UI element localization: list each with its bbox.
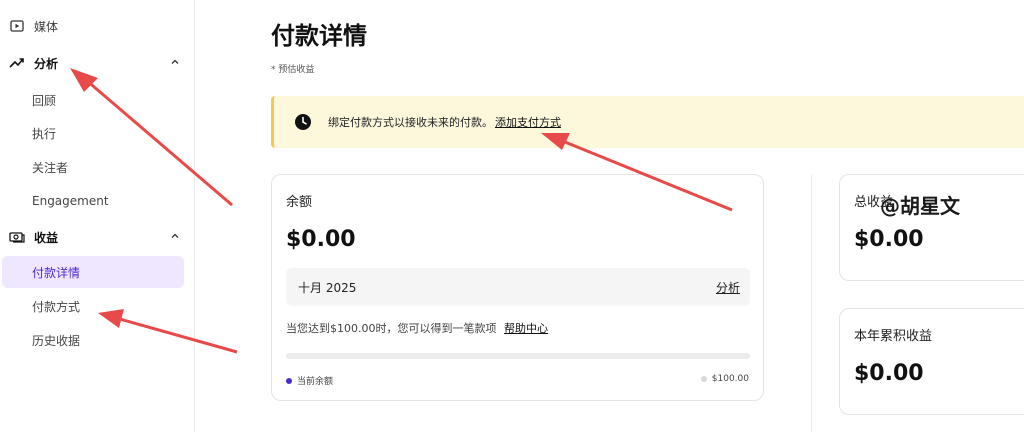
watermark-text: @胡星文: [880, 194, 960, 218]
money-icon: [8, 228, 26, 246]
sidebar-section-analytics[interactable]: 分析: [0, 48, 195, 78]
payout-threshold-hint: 当您达到$100.00时，您可以得到一笔款项 帮助中心: [286, 320, 548, 336]
year-earnings-card: 本年累积收益 $0.00: [839, 308, 1024, 415]
balance-progress-bar: [286, 353, 750, 359]
chevron-up-icon[interactable]: [169, 56, 181, 68]
month-label: 十月 2025: [298, 281, 357, 295]
trending-up-icon: [8, 54, 26, 72]
month-row: 十月 2025 分析: [286, 268, 750, 306]
sidebar-item-label: 付款详情: [32, 265, 81, 280]
sidebar-item-label: 付款方式: [32, 299, 81, 314]
hint-text: 当您达到$100.00时，您可以得到一笔款项: [286, 322, 497, 335]
sidebar-item-label: Engagement: [32, 194, 109, 208]
balance-amount: $0.00: [286, 227, 356, 252]
year-earnings-label: 本年累积收益: [854, 329, 933, 344]
legend-dot: [286, 377, 292, 384]
current-balance-legend: 当前余额: [286, 374, 333, 387]
sidebar-item-receipt-history[interactable]: 历史收据: [2, 324, 184, 356]
banner-text: 绑定付款方式以接收未来的付款。: [328, 116, 493, 129]
sidebar-item-label: 历史收据: [32, 333, 81, 348]
sidebar-item-label: 媒体: [34, 19, 59, 34]
sidebar-section-label: 分析: [34, 56, 59, 71]
page-title: 付款详情: [271, 22, 367, 50]
sidebar-item-payment-details[interactable]: 付款详情: [2, 256, 184, 288]
help-center-link[interactable]: 帮助中心: [504, 322, 548, 335]
clock-icon: [294, 113, 312, 131]
total-earnings-amount: $0.00: [854, 227, 924, 252]
add-payment-method-link[interactable]: 添加支付方式: [495, 114, 561, 130]
analysis-link[interactable]: 分析: [716, 279, 740, 296]
sidebar-item-label: 关注者: [32, 160, 69, 175]
sidebar-item-execute[interactable]: 执行: [2, 117, 184, 149]
sidebar-item-media[interactable]: 媒体: [0, 11, 195, 41]
payment-method-banner: 绑定付款方式以接收未来的付款。 添加支付方式: [271, 96, 1024, 148]
sidebar-item-payment-methods[interactable]: 付款方式: [2, 290, 184, 322]
sidebar-section-label: 收益: [34, 230, 59, 245]
sidebar-item-review[interactable]: 回顾: [2, 84, 184, 116]
sidebar-section-earnings[interactable]: 收益: [0, 222, 195, 252]
play-icon: [8, 17, 26, 35]
legend-dot: [700, 376, 707, 382]
threshold-label: $100.00: [711, 374, 749, 384]
sidebar-item-engagement[interactable]: Engagement: [2, 185, 184, 217]
estimated-earnings-note: * 预估收益: [271, 65, 315, 75]
balance-card: 余额 $0.00 十月 2025 分析 当您达到$100.00时，您可以得到一笔…: [271, 174, 764, 401]
sidebar: 媒体 分析 回顾 执行 关注者 Engagement 收益 付款详情 付款方式 …: [0, 0, 195, 432]
sidebar-item-label: 执行: [32, 126, 57, 141]
current-balance-label: 当前余额: [297, 377, 334, 387]
divider: [811, 174, 812, 432]
balance-label: 余额: [286, 195, 313, 210]
year-earnings-amount: $0.00: [854, 361, 924, 386]
chevron-up-icon[interactable]: [169, 230, 181, 242]
sidebar-item-followers[interactable]: 关注者: [2, 151, 184, 183]
threshold-legend: $100.00: [700, 374, 749, 384]
sidebar-item-label: 回顾: [32, 93, 57, 108]
